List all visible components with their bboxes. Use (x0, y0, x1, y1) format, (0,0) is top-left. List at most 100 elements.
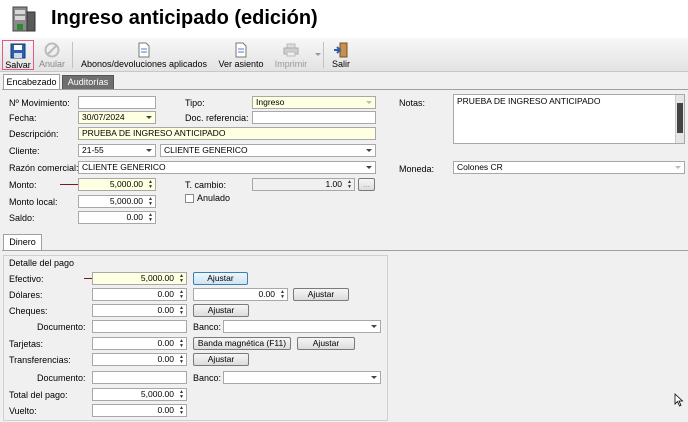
notes-value: PRUEBA DE INGRESO ANTICIPADO (457, 96, 601, 106)
cancelled-checkbox[interactable] (185, 194, 194, 203)
description-field[interactable]: PRUEBA DE INGRESO ANTICIPADO (78, 127, 376, 140)
client-code-value: 21-55 (82, 145, 104, 155)
local-amount-label: Monto local: (9, 197, 58, 207)
document-icon (234, 42, 248, 60)
transfer-document-field[interactable] (92, 371, 187, 384)
spinner-icon[interactable]: ▲ ▼ (178, 290, 185, 300)
cash-adjust-button[interactable]: Ajustar (193, 272, 248, 285)
cards-field[interactable]: 0.00 ▲ ▼ (92, 337, 187, 350)
spinner-icon[interactable]: ▲ ▼ (178, 355, 185, 365)
tab-header[interactable]: Encabezado (3, 74, 60, 89)
client-code-field[interactable]: 21-55 (78, 144, 156, 157)
doc-ref-field[interactable] (252, 111, 376, 124)
chevron-down-icon[interactable] (371, 325, 377, 328)
date-field[interactable]: 30/07/2024 (78, 111, 156, 124)
total-payment-value: 5,000.00 (140, 389, 174, 399)
void-button[interactable]: Anular (36, 40, 68, 70)
exchange-rate-value: 1.00 (325, 179, 342, 189)
chevron-down-icon[interactable] (366, 149, 372, 152)
title-bar: Ingreso anticipado (edición) (0, 0, 688, 38)
spinner-icon: ▲ ▼ (148, 212, 153, 223)
cancelled-label: Anulado (197, 193, 231, 203)
view-entry-label: Ver asiento (218, 59, 264, 69)
save-button-label: Salvar (5, 60, 31, 70)
trade-name-value: CLIENTE GENERICO (82, 162, 166, 172)
checks-value: 0.00 (157, 305, 174, 315)
chevron-down-icon[interactable] (146, 116, 152, 119)
spinner-icon[interactable]: ▲ ▼ (178, 274, 185, 284)
check-document-field[interactable] (92, 320, 187, 333)
currency-value: Colones CR (457, 162, 503, 172)
tab-header-label: Encabezado (6, 77, 57, 87)
client-name-value: CLIENTE GENERICO (164, 145, 248, 155)
trade-name-field[interactable]: CLIENTE GENERICO (78, 161, 376, 174)
cards-adjust-button[interactable]: Ajustar (297, 337, 355, 350)
transfers-value: 0.00 (157, 354, 174, 364)
cash-field[interactable]: 5,000.00 ▲ ▼ (92, 272, 187, 285)
floppy-disk-icon (10, 43, 26, 61)
exit-button[interactable]: Salir (327, 40, 355, 70)
currency-select[interactable]: Colones CR (453, 161, 685, 174)
applied-payments-button[interactable]: Abonos/devoluciones aplicados (76, 40, 212, 70)
dollars-local-field[interactable]: 0.00 ▲ ▼ (193, 288, 288, 301)
scrollbar-thumb[interactable] (677, 103, 683, 133)
trade-name-label: Razón comercial: (9, 163, 79, 173)
dollars-label: Dólares: (9, 290, 43, 300)
print-button[interactable]: Imprimir (269, 40, 313, 70)
cards-value: 0.00 (157, 338, 174, 348)
spinner-icon[interactable]: ▲ ▼ (147, 180, 154, 190)
notes-textarea[interactable]: PRUEBA DE INGRESO ANTICIPADO (453, 94, 685, 144)
exit-button-label: Salir (331, 59, 350, 69)
chevron-down-icon[interactable] (371, 376, 377, 379)
amount-value: 5,000.00 (109, 179, 143, 189)
type-select[interactable]: Ingreso (252, 96, 376, 109)
transfer-document-label: Documento: (37, 373, 86, 383)
adjust-label: Ajustar (207, 273, 234, 283)
spinner-icon[interactable]: ▲ ▼ (178, 339, 185, 349)
notes-scrollbar[interactable] (675, 95, 684, 143)
tab-audits-label: Auditorías (67, 77, 109, 87)
transfers-adjust-button[interactable]: Ajustar (193, 353, 249, 366)
magstripe-button[interactable]: Banda magnética (F11) (193, 337, 291, 350)
checks-adjust-button[interactable]: Ajustar (193, 304, 249, 317)
print-dropdown-arrow[interactable] (315, 53, 321, 56)
chevron-down-icon[interactable] (366, 166, 372, 169)
movement-label: Nº Movimiento: (9, 98, 70, 108)
chevron-down-icon[interactable] (146, 149, 152, 152)
cash-label: Efectivo: (9, 274, 44, 284)
exchange-rate-lookup-button[interactable]: ... (358, 178, 375, 191)
transfer-bank-select[interactable] (223, 371, 381, 384)
spinner-icon: ▲ ▼ (179, 389, 184, 400)
tab-money[interactable]: Dinero (3, 234, 42, 250)
tab-audits[interactable]: Auditorías (62, 75, 114, 89)
exit-door-icon (333, 42, 349, 60)
chevron-down-icon[interactable] (366, 101, 372, 104)
spinner-icon: ▲ ▼ (148, 196, 153, 207)
save-button[interactable]: Salvar (2, 40, 34, 70)
transfer-bank-label: Banco: (193, 373, 222, 383)
void-button-label: Anular (38, 59, 65, 69)
total-payment-label: Total del pago: (9, 390, 68, 400)
dollars-adjust-button[interactable]: Ajustar (293, 288, 349, 301)
view-entry-button[interactable]: Ver asiento (215, 40, 267, 70)
amount-field[interactable]: 5,000.00 ▲ ▼ (78, 178, 156, 191)
spinner-icon[interactable]: ▲ ▼ (178, 306, 185, 316)
movement-number-field[interactable] (78, 96, 156, 109)
client-name-field[interactable]: CLIENTE GENERICO (160, 144, 376, 157)
change-value: 0.00 (157, 405, 174, 415)
dollars-field[interactable]: 0.00 ▲ ▼ (92, 288, 187, 301)
app-icon (10, 4, 38, 34)
balance-label: Saldo: (9, 213, 35, 223)
change-label: Vuelto: (9, 406, 37, 416)
chevron-down-icon[interactable] (675, 166, 681, 169)
balance-field: 0.00 ▲ ▼ (78, 211, 156, 224)
amount-label: Monto: (9, 180, 37, 190)
mouse-cursor-icon (674, 393, 684, 407)
transfers-label: Transferencias: (9, 355, 71, 365)
transfers-field[interactable]: 0.00 ▲ ▼ (92, 353, 187, 366)
checks-field[interactable]: 0.00 ▲ ▼ (92, 304, 187, 317)
spinner-icon[interactable]: ▲ ▼ (279, 290, 286, 300)
applied-payments-label: Abonos/devoluciones aplicados (80, 59, 208, 69)
check-bank-select[interactable] (223, 320, 381, 333)
client-label: Cliente: (9, 146, 40, 156)
